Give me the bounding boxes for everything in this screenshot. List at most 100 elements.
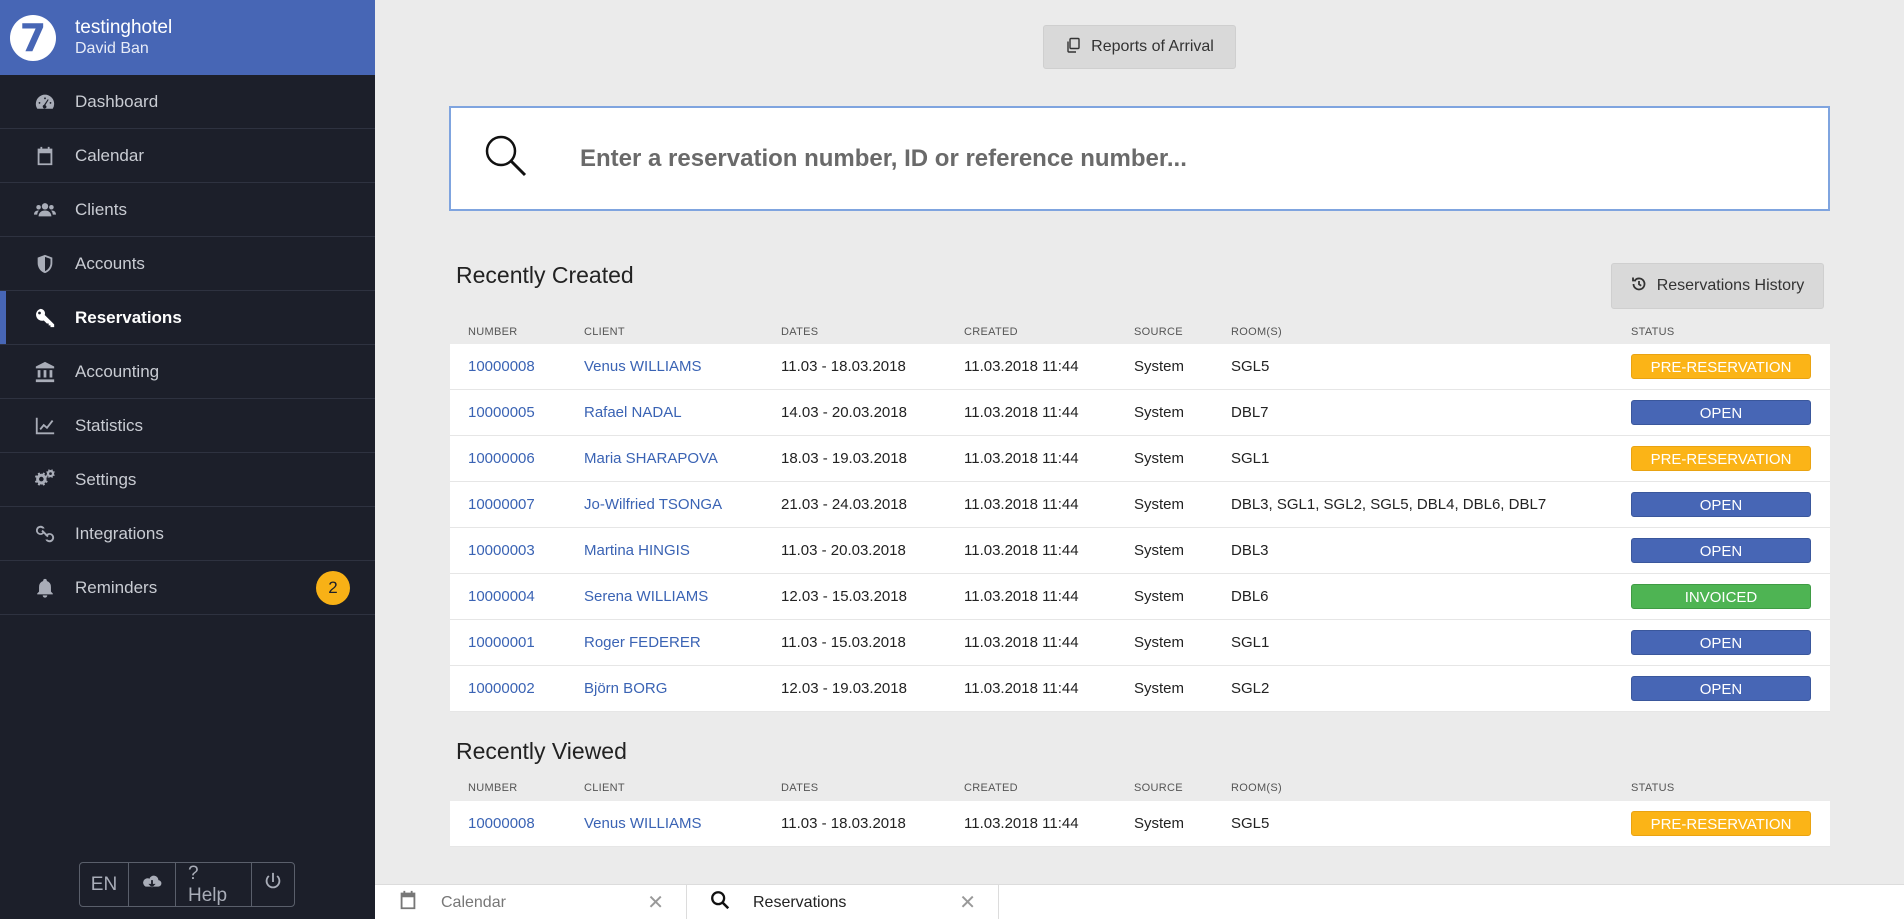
sidebar-item-label: Calendar [75, 145, 144, 165]
sidebar-item-dashboard[interactable]: Dashboard [0, 75, 375, 129]
created-at: 11.03.2018 11:44 [964, 634, 1079, 651]
close-icon[interactable]: ✕ [647, 890, 664, 915]
client-link[interactable]: Serena WILLIAMS [584, 574, 708, 620]
brand-logo: 7 [10, 14, 56, 61]
table-row[interactable]: 10000003 Martina HINGIS 11.03 - 20.03.20… [450, 528, 1830, 574]
column-header-dates: DATES [781, 782, 819, 794]
sidebar-item-accounting[interactable]: Accounting [0, 345, 375, 399]
client-link[interactable]: Björn BORG [584, 666, 667, 712]
reservations-history-button[interactable]: Reservations History [1611, 263, 1824, 309]
status-badge: OPEN [1631, 538, 1811, 563]
source: System [1134, 634, 1185, 651]
client-link[interactable]: Roger FEDERER [584, 620, 701, 666]
table-row[interactable]: 10000004 Serena WILLIAMS 12.03 - 15.03.2… [450, 574, 1830, 620]
rooms: SGL2 [1231, 680, 1270, 697]
sidebar-item-label: Dashboard [75, 91, 159, 111]
close-icon[interactable]: ✕ [959, 890, 976, 915]
recently-created-header: NUMBER CLIENT DATES CREATED SOURCE ROOM(… [450, 326, 1830, 346]
client-link[interactable]: Maria SHARAPOVA [584, 436, 718, 482]
reservation-number-link[interactable]: 10000002 [468, 666, 535, 712]
help-button[interactable]: ? Help [176, 863, 252, 906]
reservation-number-link[interactable]: 10000005 [468, 390, 535, 436]
column-header-source: SOURCE [1134, 782, 1183, 794]
rooms: SGL1 [1231, 450, 1270, 467]
column-header-rooms: ROOM(S) [1231, 782, 1282, 794]
reservation-number-link[interactable]: 10000008 [468, 801, 535, 847]
sidebar-item-settings[interactable]: Settings [0, 453, 375, 507]
key-icon [31, 307, 59, 329]
reservation-number-link[interactable]: 10000004 [468, 574, 535, 620]
sidebar-item-label: Settings [75, 469, 137, 489]
table-row[interactable]: 10000008 Venus WILLIAMS 11.03 - 18.03.20… [450, 801, 1830, 847]
table-row[interactable]: 10000002 Björn BORG 12.03 - 19.03.2018 1… [450, 666, 1830, 712]
created-at: 11.03.2018 11:44 [964, 496, 1079, 513]
reservation-number-link[interactable]: 10000007 [468, 482, 535, 528]
sidebar-item-label: Statistics [75, 415, 144, 435]
source: System [1134, 815, 1185, 832]
recently-created-table: 10000008 Venus WILLIAMS 11.03 - 18.03.20… [450, 344, 1830, 712]
reservation-number-link[interactable]: 10000001 [468, 620, 535, 666]
column-header-created: CREATED [964, 782, 1018, 794]
cloud-download-icon [141, 871, 163, 899]
client-link[interactable]: Venus WILLIAMS [584, 344, 702, 390]
search-icon [687, 889, 753, 916]
column-header-number: NUMBER [468, 782, 518, 794]
created-at: 11.03.2018 11:44 [964, 358, 1079, 375]
table-row[interactable]: 10000008 Venus WILLIAMS 11.03 - 18.03.20… [450, 344, 1830, 390]
users-icon [31, 199, 59, 221]
created-at: 11.03.2018 11:44 [964, 815, 1079, 832]
copy-icon [1065, 37, 1091, 58]
rooms: SGL5 [1231, 358, 1270, 375]
sidebar-item-label: Reminders [75, 577, 158, 597]
sidebar-footer: EN ? Help [79, 862, 295, 907]
rooms: DBL7 [1231, 404, 1269, 421]
rooms: DBL3, SGL1, SGL2, SGL5, DBL4, DBL6, DBL7 [1231, 496, 1547, 513]
reservation-dates: 12.03 - 19.03.2018 [781, 680, 907, 697]
logout-button[interactable] [252, 863, 294, 906]
column-header-created: CREATED [964, 326, 1018, 338]
power-icon [262, 871, 284, 899]
cloud-sync-button[interactable] [129, 863, 176, 906]
table-row[interactable]: 10000005 Rafael NADAL 14.03 - 20.03.2018… [450, 390, 1830, 436]
reservation-search-box[interactable] [449, 106, 1830, 211]
hotel-name: testinghotel [75, 16, 173, 38]
table-row[interactable]: 10000001 Roger FEDERER 11.03 - 15.03.201… [450, 620, 1830, 666]
sidebar-item-calendar[interactable]: Calendar [0, 129, 375, 183]
sidebar-item-reminders[interactable]: Reminders 2 [0, 561, 375, 615]
client-link[interactable]: Jo-Wilfried TSONGA [584, 482, 722, 528]
sidebar-item-label: Clients [75, 199, 127, 219]
sidebar-item-reservations[interactable]: Reservations [0, 291, 375, 345]
bank-icon [31, 361, 59, 383]
reservation-dates: 14.03 - 20.03.2018 [781, 404, 907, 421]
source: System [1134, 588, 1185, 605]
reservation-search-input[interactable] [580, 144, 1780, 173]
created-at: 11.03.2018 11:44 [964, 450, 1079, 467]
sidebar-item-label: Reservations [75, 307, 182, 327]
tab-reservations[interactable]: Reservations ✕ [687, 885, 999, 919]
source: System [1134, 450, 1185, 467]
client-link[interactable]: Rafael NADAL [584, 390, 682, 436]
search-icon [451, 133, 529, 184]
sidebar-item-accounts[interactable]: Accounts [0, 237, 375, 291]
table-row[interactable]: 10000007 Jo-Wilfried TSONGA 21.03 - 24.0… [450, 482, 1830, 528]
reports-of-arrival-button[interactable]: Reports of Arrival [1043, 25, 1236, 69]
reservation-number-link[interactable]: 10000003 [468, 528, 535, 574]
table-row[interactable]: 10000006 Maria SHARAPOVA 18.03 - 19.03.2… [450, 436, 1830, 482]
tab-calendar[interactable]: Calendar ✕ [375, 885, 687, 919]
source: System [1134, 404, 1185, 421]
bottom-tab-bar: Calendar ✕ Reservations ✕ [375, 884, 1904, 919]
sidebar-item-integrations[interactable]: Integrations [0, 507, 375, 561]
column-header-rooms: ROOM(S) [1231, 326, 1282, 338]
status-badge: PRE-RESERVATION [1631, 446, 1811, 471]
rooms: DBL6 [1231, 588, 1269, 605]
reservation-number-link[interactable]: 10000006 [468, 436, 535, 482]
reservation-dates: 11.03 - 20.03.2018 [781, 542, 906, 559]
sidebar-item-clients[interactable]: Clients [0, 183, 375, 237]
language-button[interactable]: EN [80, 863, 129, 906]
recently-viewed-table: 10000008 Venus WILLIAMS 11.03 - 18.03.20… [450, 801, 1830, 847]
client-link[interactable]: Venus WILLIAMS [584, 801, 702, 847]
client-link[interactable]: Martina HINGIS [584, 528, 690, 574]
sidebar-item-statistics[interactable]: Statistics [0, 399, 375, 453]
reservation-number-link[interactable]: 10000008 [468, 344, 535, 390]
link-icon [31, 523, 59, 545]
